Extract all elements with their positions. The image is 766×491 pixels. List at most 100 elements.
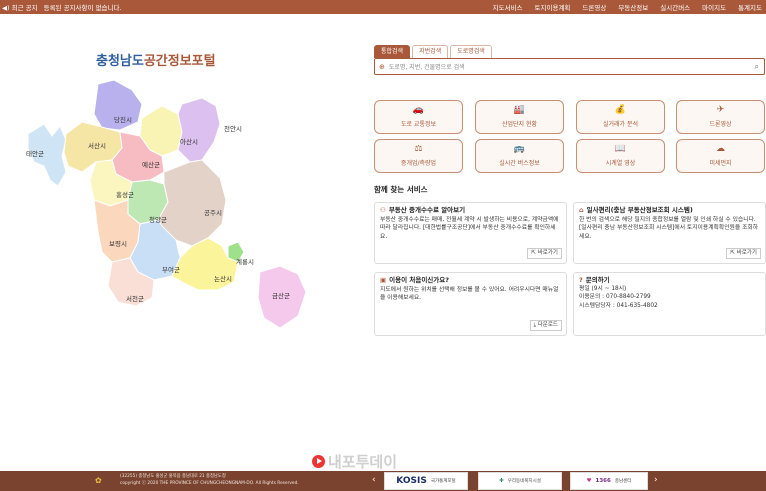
bus-icon: 🚌 xyxy=(513,144,526,154)
banner-kosis-main: KOSIS xyxy=(396,476,427,486)
btn-fine-dust[interactable]: ☁ 미세먼지 xyxy=(676,139,765,173)
search-tabs: 통합검색 지번검색 도로명검색 xyxy=(374,45,765,58)
play-icon xyxy=(312,455,325,468)
download-icon: ⤓ xyxy=(533,322,536,328)
tab-lot-search[interactable]: 지번검색 xyxy=(412,45,449,58)
label-buyeo: 부여군 xyxy=(162,265,180,274)
nav-real-estate[interactable]: 부동산정보 xyxy=(618,2,648,12)
label-dangjin: 당진시 xyxy=(114,115,132,124)
location-icon: ⊕ xyxy=(379,62,385,71)
welfare-icon: ✚ xyxy=(499,478,504,484)
fee-icon: ⚇ xyxy=(380,206,386,214)
banner-1366[interactable]: ♥ 1366 충남센터 xyxy=(570,472,648,490)
label-geumsan: 금산군 xyxy=(272,291,290,300)
label-gyeryong: 계룡시 xyxy=(236,257,254,266)
first-time-icon: ▣ xyxy=(380,276,387,284)
label-boryeong: 보령시 xyxy=(109,240,127,248)
btn-bus-info-label: 실시간 버스정보 xyxy=(499,160,540,167)
inquiry-admin: 시스템담당자 : 041-635-4802 xyxy=(579,302,658,309)
goto-button[interactable]: ⇱ 바로가기 xyxy=(726,248,761,259)
card-inquiry: ? 문의하기 평일 (9시 ~ 18시) 이용문의 : 070-8840-2799… xyxy=(573,272,766,336)
btn-bus-info[interactable]: 🚌 실시간 버스정보 xyxy=(475,139,564,173)
search-area: 통합검색 지번검색 도로명검색 ⊕ 도로명, 지번, 건물명으로 검색 ⌕ xyxy=(374,45,765,75)
search-input[interactable]: ⊕ 도로명, 지번, 건물명으로 검색 ⌕ xyxy=(374,58,765,75)
label-seocheon: 서천군 xyxy=(126,294,144,303)
money-hand-icon: 💰 xyxy=(614,105,627,115)
btn-drone-label: 드론영상 xyxy=(709,121,732,128)
portal-logo[interactable]: 충청남도공간정보포털 xyxy=(96,50,216,69)
tab-integrated-search[interactable]: 통합검색 xyxy=(374,45,411,58)
notice-area: ◀) 최근 공지 등록된 공지사항이 없습니다. xyxy=(0,2,122,12)
btn-drone[interactable]: ✈ 드론영상 xyxy=(676,100,765,134)
btn-broker-survey[interactable]: ⚖ 중개업/측량업 xyxy=(374,139,463,173)
region-cheonan[interactable] xyxy=(177,97,221,163)
btn-time-series[interactable]: 📖 시계열 영상 xyxy=(576,139,665,173)
btn-broker-survey-label: 중개업/측량업 xyxy=(400,160,437,167)
nav-drone[interactable]: 드론영상 xyxy=(582,2,606,12)
footer-copyright: copyright ⓒ 2020 THE PROVINCE OF CHUNGCH… xyxy=(120,480,299,486)
nav-land-use[interactable]: 토지이용계획 xyxy=(535,2,571,12)
logo-part2: 공간정보포털 xyxy=(143,54,216,69)
nav-stat-map[interactable]: 통계지도 xyxy=(738,2,762,12)
search-icon[interactable]: ⌕ xyxy=(755,62,759,72)
banner-1366-sub: 충남센터 xyxy=(614,479,632,484)
link-icon: ⇱ xyxy=(730,250,735,256)
notice-text[interactable]: 등록된 공지사항이 없습니다. xyxy=(44,2,122,12)
notice-label: ◀) 최근 공지 xyxy=(2,4,38,12)
btn-road-traffic[interactable]: 🚗 도로 교통정보 xyxy=(374,100,463,134)
dust-icon: ☁ xyxy=(716,144,725,154)
factory-icon: 🏭 xyxy=(513,105,526,115)
top-bar: ◀) 최근 공지 등록된 공지사항이 없습니다. 지도서비스 토지이용계획 드론… xyxy=(0,0,766,14)
watermark: 내포투데이 xyxy=(312,451,397,472)
label-cheongyang: 청양군 xyxy=(149,216,167,224)
btn-industrial-complex-label: 산업단지 현황 xyxy=(501,121,538,128)
tab-road-search[interactable]: 도로명검색 xyxy=(450,45,492,58)
label-hongseong: 홍성군 xyxy=(116,190,134,199)
banner-next-icon[interactable]: › xyxy=(654,475,658,485)
footer-address-block: (32255) 충청남도 홍성군 홍북읍 충남대로 21 충청남도청 copyr… xyxy=(120,474,299,487)
banner-prev-icon[interactable]: ‹ xyxy=(372,475,376,485)
btn-industrial-complex[interactable]: 🏭 산업단지 현황 xyxy=(475,100,564,134)
search-placeholder: 도로명, 지번, 건물명으로 검색 xyxy=(388,64,465,71)
footer: ✿ (32255) 충청남도 홍성군 홍북읍 충남대로 21 충청남도청 cop… xyxy=(0,471,766,491)
label-taean: 태안군 xyxy=(26,149,44,158)
heart-icon: ♥ xyxy=(586,478,592,484)
nav-my-map[interactable]: 마이지도 xyxy=(702,2,726,12)
banner-1366-main: 1366 xyxy=(595,478,611,484)
inquiry-hours: 평일 (9시 ~ 18시) xyxy=(579,285,627,292)
label-gongju: 공주시 xyxy=(204,209,222,217)
services-title: 함께 찾는 서비스 xyxy=(374,185,428,194)
card-ilsapyeonri: ⌂ 일사편리(충남 부동산정보조회 시스템) 한 번의 검색으로 해당 필지의 종… xyxy=(573,202,766,264)
card-title: 부동산 중개수수료 알아보기 xyxy=(388,206,466,214)
btn-fine-dust-label: 미세먼지 xyxy=(709,160,732,167)
card-body: 한 번의 검색으로 해당 필지의 종합정보를 열람 및 인쇄 하실 수 있습니다… xyxy=(579,216,759,240)
banner-welfare[interactable]: ✚ 우리동네복지시설 xyxy=(478,472,562,490)
goto-label: 바로가기 xyxy=(537,250,558,256)
download-button[interactable]: ⤓ 다운로드 xyxy=(529,320,562,331)
card-body: 부동산 중개수수료는 매매, 전월세 계약 시 발생하는 비용으로, 계약금액에… xyxy=(380,216,559,240)
goto-button[interactable]: ⇱ 바로가기 xyxy=(527,248,562,259)
card-title: 일사편리(충남 부동산정보조회 시스템) xyxy=(586,206,693,214)
top-nav: 지도서비스 토지이용계획 드론영상 부동산정보 실시간버스 마이지도 통계지도 xyxy=(493,0,762,14)
home-icon: ⌂ xyxy=(579,206,584,214)
btn-time-series-label: 시계열 영상 xyxy=(605,160,636,167)
scale-icon: ⚖ xyxy=(414,144,423,154)
banner-kosis[interactable]: KOSIS 국가통계포털 xyxy=(384,472,468,490)
card-first-time: ▣ 이용이 처음이신가요? 지도에서 원하는 위치를 선택해 정보를 볼 수 있어… xyxy=(374,272,567,336)
nav-bus[interactable]: 실시간버스 xyxy=(660,2,690,12)
banner-welfare-main: 우리동네복지시설 xyxy=(507,479,541,484)
province-logo-icon: ✿ xyxy=(95,476,102,485)
label-cheonan: 천안시 xyxy=(224,124,242,133)
download-label: 다운로드 xyxy=(537,322,558,328)
logo-part1: 충청남도 xyxy=(96,54,144,69)
card-title: 문의하기 xyxy=(585,276,610,284)
card-body: 지도에서 원하는 위치를 선택해 정보를 볼 수 있어요. 어려우시다면 매뉴얼… xyxy=(380,286,559,302)
btn-real-price[interactable]: 💰 실거래가 분석 xyxy=(576,100,665,134)
label-yesan: 예산군 xyxy=(142,160,160,169)
nav-map-service[interactable]: 지도서비스 xyxy=(493,2,523,12)
drone-icon: ✈ xyxy=(716,105,725,115)
inquiry-phone: 이용문의 : 070-8840-2799 xyxy=(579,294,651,301)
btn-real-price-label: 실거래가 분석 xyxy=(602,121,639,128)
card-brokerage-fee: ⚇ 부동산 중개수수료 알아보기 부동산 중개수수료는 매매, 전월세 계약 시 … xyxy=(374,202,567,264)
banner-kosis-sub: 국가통계포털 xyxy=(430,479,456,484)
